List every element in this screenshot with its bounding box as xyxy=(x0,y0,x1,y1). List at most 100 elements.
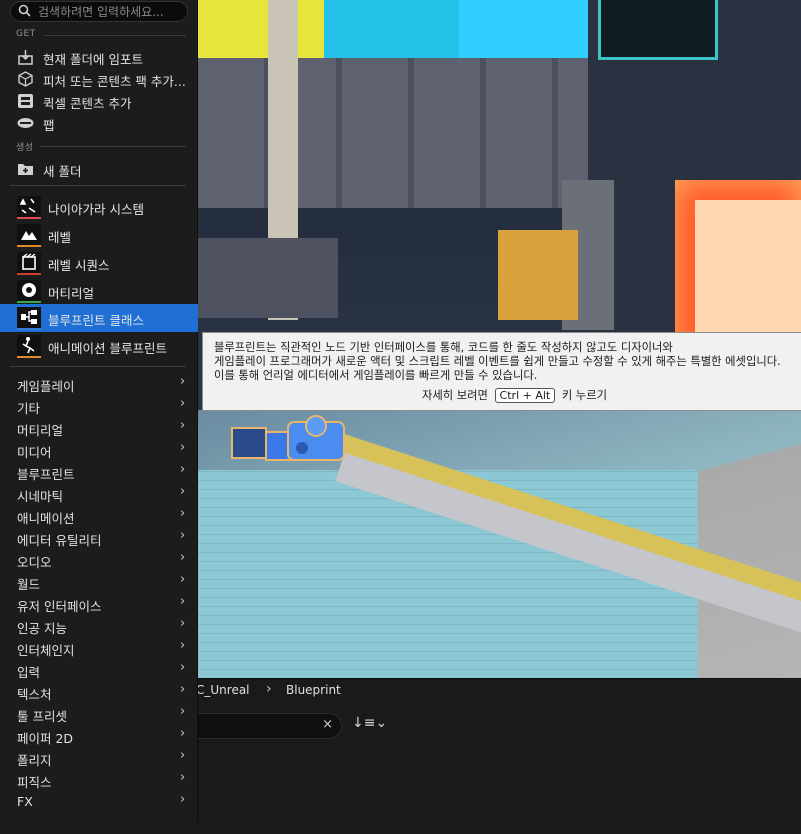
submenu-cinematic[interactable]: 시네마틱 › xyxy=(0,483,198,505)
submenu-blueprint[interactable]: 블루프린트 › xyxy=(0,461,198,483)
blueprint-class-tooltip: 블루프린트는 직관적인 노드 기반 인터페이스를 통해, 코드를 한 줄도 작성… xyxy=(202,332,801,411)
submenu-label: 게임플레이 xyxy=(17,379,75,394)
section-divider xyxy=(10,366,186,367)
submenu-world[interactable]: 월드 › xyxy=(0,571,198,593)
new-folder-icon xyxy=(18,164,33,175)
chevron-right-icon: › xyxy=(180,704,186,719)
submenu-label: 입력 xyxy=(17,665,41,680)
menu-item-label: 애니메이션 블루프린트 xyxy=(48,341,167,356)
tooltip-more-prefix: 자세히 보려면 xyxy=(422,389,488,402)
submenu-label: 텍스처 xyxy=(17,687,52,702)
chevron-right-icon: › xyxy=(180,374,186,389)
chevron-right-icon: › xyxy=(180,418,186,433)
menu-item-label: 레벨 시퀀스 xyxy=(48,258,110,273)
shortcut-key: Ctrl + Alt xyxy=(494,388,556,403)
submenu-label: 오디오 xyxy=(17,555,52,570)
submenu-label: 애니메이션 xyxy=(17,511,75,526)
import-icon xyxy=(18,50,33,65)
submenu-foliage[interactable]: 폴리지 › xyxy=(0,747,198,769)
menu-item-new-folder[interactable]: 새 폴더 xyxy=(0,158,198,180)
chevron-right-icon: › xyxy=(180,616,186,631)
menu-item-fab[interactable]: 팹 xyxy=(0,112,198,134)
submenu-editor-utility[interactable]: 에디터 유틸리티 › xyxy=(0,527,198,549)
submenu-label: 인공 지능 xyxy=(17,621,67,636)
submenu-tool-presets[interactable]: 툴 프리셋 › xyxy=(0,703,198,725)
submenu-fx[interactable]: FX › xyxy=(0,791,198,813)
material-icon xyxy=(17,280,41,303)
chevron-right-icon: › xyxy=(180,638,186,653)
submenu-texture[interactable]: 텍스처 › xyxy=(0,681,198,703)
breadcrumb-item[interactable]: Blueprint xyxy=(286,683,341,697)
menu-search-box[interactable] xyxy=(10,1,188,22)
submenu-label: 시네마틱 xyxy=(17,489,64,504)
niagara-icon xyxy=(17,196,41,219)
submenu-label: 페이퍼 2D xyxy=(17,731,74,746)
submenu-label: 기타 xyxy=(17,401,41,416)
submenu-physics[interactable]: 피직스 › xyxy=(0,769,198,791)
menu-item-level-sequence[interactable]: 레벨 시퀀스 xyxy=(0,249,198,277)
submenu-animation[interactable]: 애니메이션 › xyxy=(0,505,198,527)
camera-actor-icon[interactable] xyxy=(230,412,348,474)
submenu-audio[interactable]: 오디오 › xyxy=(0,549,198,571)
chevron-right-icon: › xyxy=(180,682,186,697)
submenu-label: 유저 인터페이스 xyxy=(17,599,102,614)
search-icon xyxy=(18,4,31,17)
submenu-label: 피직스 xyxy=(17,775,52,790)
submenu-gameplay[interactable]: 게임플레이 › xyxy=(0,373,198,395)
section-header-get: GET xyxy=(16,29,36,39)
level-sequence-icon xyxy=(17,252,41,275)
menu-item-label: 레벨 xyxy=(48,230,72,245)
sort-icon[interactable]: ↓≡⌄ xyxy=(352,715,387,731)
tooltip-more-hint: 자세히 보려면 Ctrl + Alt 키 누르기 xyxy=(422,387,607,403)
submenu-label: 미디어 xyxy=(17,445,52,460)
chevron-right-icon: › xyxy=(266,681,272,697)
chevron-right-icon: › xyxy=(180,484,186,499)
chevron-right-icon: › xyxy=(180,660,186,675)
menu-item-label: 나이아가라 시스템 xyxy=(48,202,144,217)
submenu-paper-2d[interactable]: 페이퍼 2D › xyxy=(0,725,198,747)
tooltip-text: 이를 통해 언리얼 에디터에서 게임플레이를 빠르게 만들 수 있습니다. xyxy=(214,369,538,382)
add-asset-context-menu: GET 현재 폴더에 임포트 피처 또는 콘텐츠 팩 추가... 퀵셀 콘텐츠 … xyxy=(0,0,198,822)
quixel-icon xyxy=(18,94,33,108)
submenu-label: 블루프린트 xyxy=(17,467,75,482)
menu-item-label: 머티리얼 xyxy=(48,286,95,301)
submenu-label: 에디터 유틸리티 xyxy=(17,533,102,548)
menu-item-add-feature-pack[interactable]: 피처 또는 콘텐츠 팩 추가... xyxy=(0,68,198,90)
scene-sign xyxy=(598,0,718,60)
menu-item-import[interactable]: 현재 폴더에 임포트 xyxy=(0,46,198,68)
breadcrumb-item[interactable]: C_Unreal xyxy=(196,683,250,697)
chevron-right-icon: › xyxy=(180,748,186,763)
chevron-right-icon: › xyxy=(180,572,186,587)
submenu-user-interface[interactable]: 유저 인터페이스 › xyxy=(0,593,198,615)
menu-item-label: 현재 폴더에 임포트 xyxy=(43,52,143,67)
chevron-right-icon: › xyxy=(180,726,186,741)
menu-item-label: 퀵셀 콘텐츠 추가 xyxy=(43,96,132,111)
submenu-label: 인터체인지 xyxy=(17,643,75,658)
chevron-right-icon: › xyxy=(180,506,186,521)
submenu-misc[interactable]: 기타 › xyxy=(0,395,198,417)
tooltip-more-suffix: 키 누르기 xyxy=(561,389,607,402)
submenu-interchange[interactable]: 인터체인지 › xyxy=(0,637,198,659)
scene-crate xyxy=(498,230,578,320)
chevron-right-icon: › xyxy=(180,462,186,477)
menu-item-material[interactable]: 머티리얼 xyxy=(0,277,198,305)
chevron-right-icon: › xyxy=(180,528,186,543)
menu-item-blueprint-class[interactable]: 블루프린트 클래스 xyxy=(0,304,198,332)
section-divider xyxy=(10,185,186,186)
menu-item-level[interactable]: 레벨 xyxy=(0,221,198,249)
submenu-media[interactable]: 미디어 › xyxy=(0,439,198,461)
menu-item-label: 팹 xyxy=(43,118,55,133)
scene-cart xyxy=(198,238,338,318)
submenu-input[interactable]: 입력 › xyxy=(0,659,198,681)
scene-wall-top xyxy=(198,0,618,60)
menu-item-add-quixel[interactable]: 퀵셀 콘텐츠 추가 xyxy=(0,90,198,112)
menu-item-niagara-system[interactable]: 나이아가라 시스템 xyxy=(0,193,198,221)
menu-item-animation-blueprint[interactable]: 애니메이션 블루프린트 xyxy=(0,332,198,360)
fab-icon xyxy=(17,118,34,128)
submenu-ai[interactable]: 인공 지능 › xyxy=(0,615,198,637)
menu-search-input[interactable] xyxy=(38,3,184,20)
submenu-label: 폴리지 xyxy=(17,753,52,768)
submenu-material[interactable]: 머티리얼 › xyxy=(0,417,198,439)
submenu-label: 월드 xyxy=(17,577,41,592)
clear-search-icon[interactable]: × xyxy=(322,717,333,732)
